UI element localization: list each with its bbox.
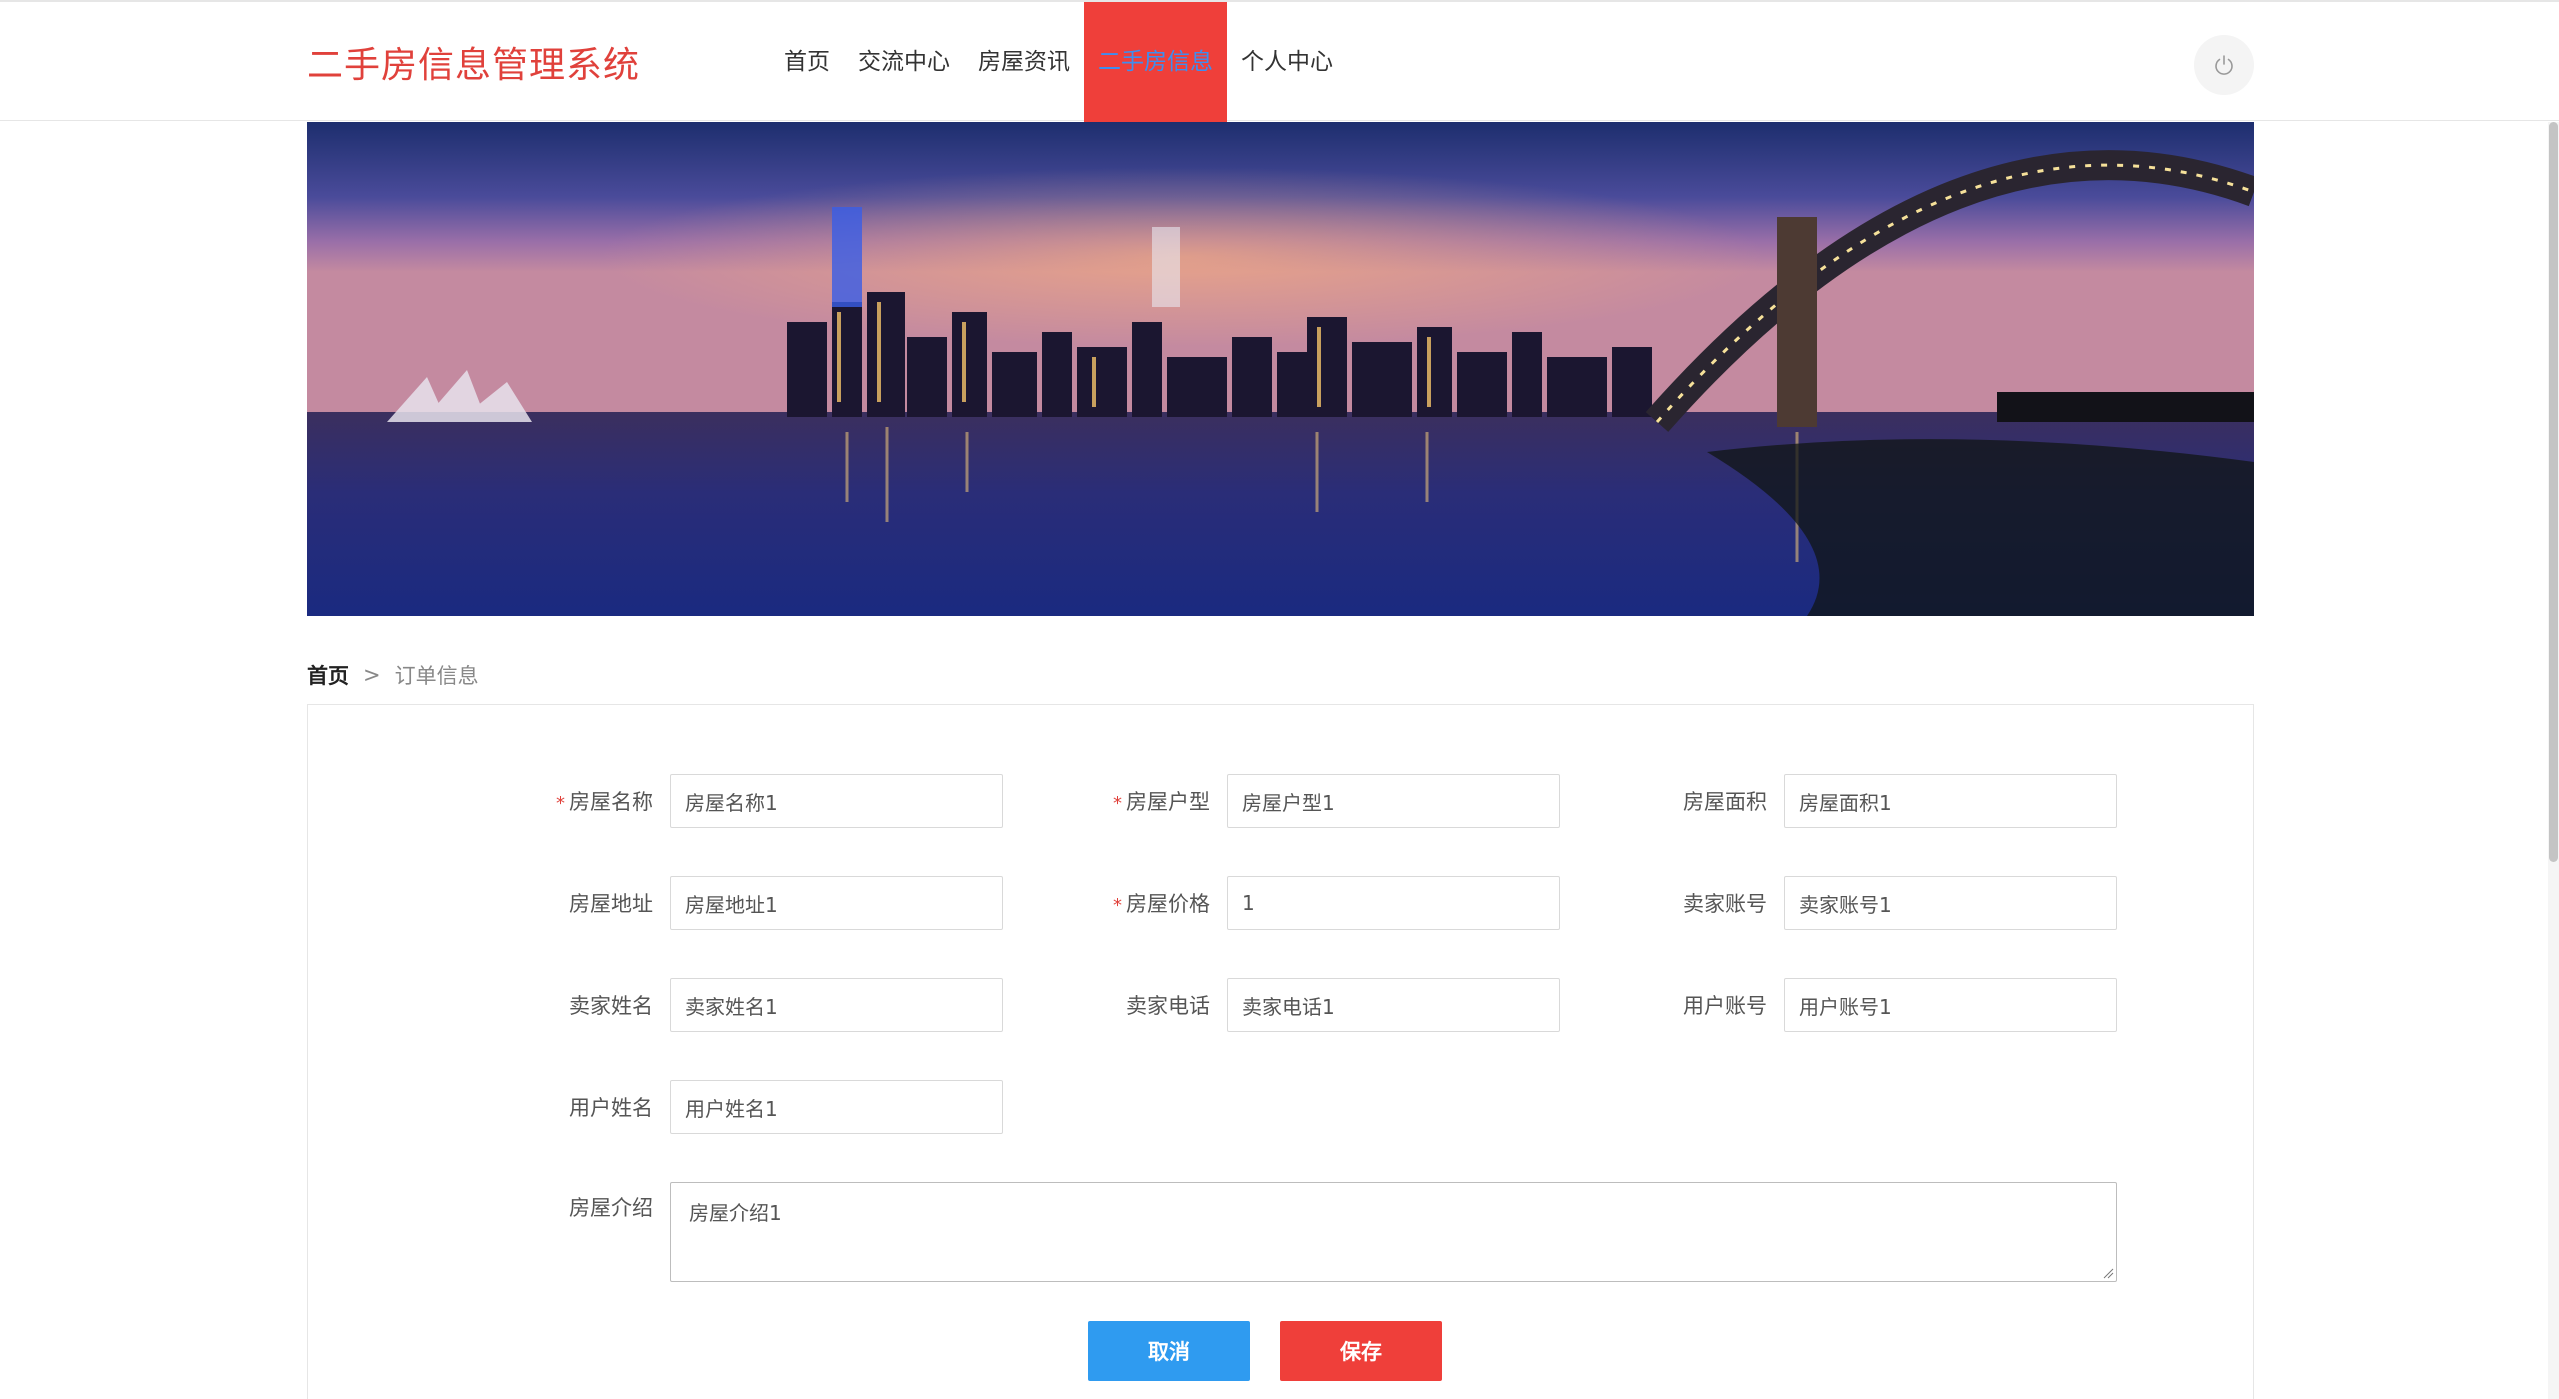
seller-name-input[interactable]: 卖家姓名1 xyxy=(670,978,1003,1032)
house-name-input[interactable]: 房屋名称1 xyxy=(670,774,1003,828)
nav-item-news[interactable]: 房屋资讯 xyxy=(964,2,1084,122)
user-account-input[interactable]: 用户账号1 xyxy=(1784,978,2117,1032)
field-house-name: * 房屋名称 房屋名称1 xyxy=(490,774,1003,828)
site-logo[interactable]: 二手房信息管理系统 xyxy=(307,36,640,88)
field-house-address: 房屋地址 房屋地址1 xyxy=(490,876,1003,930)
logout-button[interactable] xyxy=(2194,35,2254,95)
house-price-input[interactable]: 1 xyxy=(1227,876,1560,930)
breadcrumb-home[interactable]: 首页 xyxy=(307,660,349,690)
required-mark: * xyxy=(1113,793,1122,814)
nav-item-profile[interactable]: 个人中心 xyxy=(1227,2,1347,122)
field-label: 房屋名称 xyxy=(569,790,653,814)
field-label: 用户账号 xyxy=(1683,994,1767,1018)
cancel-button[interactable]: 取消 xyxy=(1088,1321,1250,1381)
nav-item-forum[interactable]: 交流中心 xyxy=(844,2,964,122)
resize-grip-icon[interactable] xyxy=(2102,1267,2114,1279)
page-scrollbar[interactable] xyxy=(2548,122,2559,1399)
breadcrumb-current: 订单信息 xyxy=(394,664,479,688)
field-label: 房屋地址 xyxy=(569,892,653,916)
field-house-price: * 房屋价格 1 xyxy=(1047,876,1560,930)
field-label: 房屋户型 xyxy=(1126,790,1210,814)
breadcrumb: 首页 > 订单信息 xyxy=(307,660,479,690)
banner-image xyxy=(307,122,2254,616)
field-label: 用户姓名 xyxy=(569,1096,653,1120)
nav-item-houses[interactable]: 二手房信息 xyxy=(1084,2,1227,122)
breadcrumb-separator: > xyxy=(363,663,381,687)
field-seller-account: 卖家账号 卖家账号1 xyxy=(1604,876,2117,930)
power-icon xyxy=(2215,55,2233,75)
field-seller-name: 卖家姓名 卖家姓名1 xyxy=(490,978,1003,1032)
field-label: 房屋介绍 xyxy=(569,1196,653,1220)
field-house-intro: 房屋介绍 房屋介绍1 xyxy=(490,1182,2117,1282)
required-mark: * xyxy=(556,793,565,814)
field-label: 卖家姓名 xyxy=(569,994,653,1018)
field-user-name: 用户姓名 用户姓名1 xyxy=(490,1080,1003,1134)
seller-account-input[interactable]: 卖家账号1 xyxy=(1784,876,2117,930)
field-house-type: * 房屋户型 房屋户型1 xyxy=(1047,774,1560,828)
save-button[interactable]: 保存 xyxy=(1280,1321,1442,1381)
house-intro-text: 房屋介绍1 xyxy=(689,1201,782,1225)
field-label: 卖家账号 xyxy=(1683,892,1767,916)
house-address-input[interactable]: 房屋地址1 xyxy=(670,876,1003,930)
field-label: 房屋面积 xyxy=(1683,790,1767,814)
nav-item-home[interactable]: 首页 xyxy=(770,2,844,122)
house-type-input[interactable]: 房屋户型1 xyxy=(1227,774,1560,828)
seller-phone-input[interactable]: 卖家电话1 xyxy=(1227,978,1560,1032)
user-name-input[interactable]: 用户姓名1 xyxy=(670,1080,1003,1134)
field-label: 房屋价格 xyxy=(1126,892,1210,916)
house-intro-textarea[interactable]: 房屋介绍1 xyxy=(670,1182,2117,1282)
field-label: 卖家电话 xyxy=(1126,994,1210,1018)
field-house-area: 房屋面积 房屋面积1 xyxy=(1604,774,2117,828)
field-user-account: 用户账号 用户账号1 xyxy=(1604,978,2117,1032)
house-area-input[interactable]: 房屋面积1 xyxy=(1784,774,2117,828)
field-seller-phone: 卖家电话 卖家电话1 xyxy=(1047,978,1560,1032)
main-nav: 首页 交流中心 房屋资讯 二手房信息 个人中心 xyxy=(770,2,1347,122)
scrollbar-thumb[interactable] xyxy=(2549,122,2558,862)
required-mark: * xyxy=(1113,895,1122,916)
top-header: 二手房信息管理系统 首页 交流中心 房屋资讯 二手房信息 个人中心 xyxy=(0,0,2559,122)
